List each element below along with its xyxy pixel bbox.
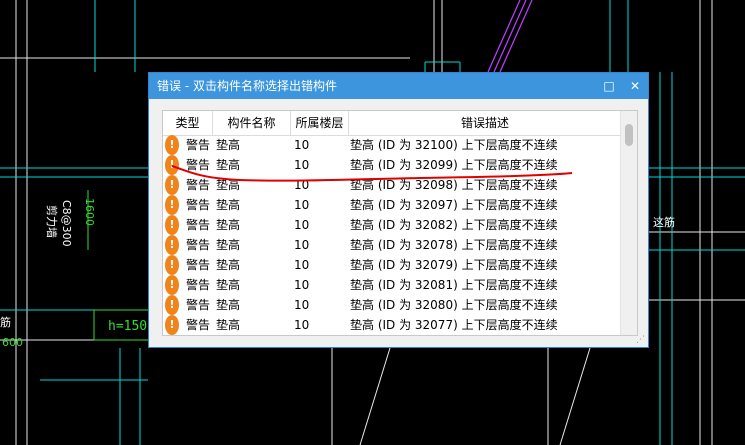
warning-icon: ! <box>165 295 179 315</box>
cell-floor: 10 <box>294 318 310 332</box>
vertical-scrollbar[interactable] <box>620 111 637 335</box>
cell-floor: 10 <box>294 198 310 212</box>
cell-type: 警告 <box>186 178 211 192</box>
cad-label-rebar: C8@300 <box>60 200 73 247</box>
resize-grip-icon[interactable]: ⋰ <box>636 335 646 345</box>
cell-desc: 垫高 (ID 为 32080) 上下层高度不连续 <box>350 298 558 312</box>
cell-floor: 10 <box>294 138 310 152</box>
warning-icon: ! <box>165 315 179 335</box>
warning-icon: ! <box>165 275 179 295</box>
cell-floor: 10 <box>294 158 310 172</box>
column-header-type[interactable]: 类型 <box>163 111 213 135</box>
table-row[interactable]: ! 警告 垫高 10 垫高 (ID 为 32099) 上下层高度不连续 <box>163 155 621 175</box>
cad-label-right: 这筋 <box>653 215 675 229</box>
cell-type: 警告 <box>186 198 211 212</box>
table-row[interactable]: ! 警告 垫高 10 垫高 (ID 为 32078) 上下层高度不连续 <box>163 235 621 255</box>
warning-icon: ! <box>165 235 179 255</box>
cell-floor: 10 <box>294 178 310 192</box>
cad-height-label: h=150 <box>108 319 147 334</box>
cell-desc: 垫高 (ID 为 32097) 上下层高度不连续 <box>350 198 558 212</box>
table-row[interactable]: ! 警告 垫高 10 垫高 (ID 为 32081) 上下层高度不连续 <box>163 275 621 295</box>
table-row[interactable]: ! 警告 垫高 10 垫高 (ID 为 32098) 上下层高度不连续 <box>163 175 621 195</box>
cell-type: 警告 <box>186 278 211 292</box>
cell-name: 垫高 <box>216 198 241 212</box>
table-row[interactable]: ! 警告 垫高 10 垫高 (ID 为 32079) 上下层高度不连续 <box>163 255 621 275</box>
error-list[interactable]: 类型 构件名称 所属楼层 错误描述 ! 警告 垫高 10 垫高 (ID 为 32100)… <box>162 110 638 336</box>
error-dialog: 错误 - 双击构件名称选择出错构件 □ ✕ 类型 构件名称 所属楼层 错误描述 … <box>148 72 649 348</box>
warning-icon: ! <box>165 255 179 275</box>
cell-type: 警告 <box>186 258 211 272</box>
cell-desc: 垫高 (ID 为 32077) 上下层高度不连续 <box>350 318 558 332</box>
cell-type: 警告 <box>186 218 211 232</box>
cell-name: 垫高 <box>216 158 241 172</box>
cell-type: 警告 <box>186 138 211 152</box>
table-row[interactable]: ! 警告 垫高 10 垫高 (ID 为 32097) 上下层高度不连续 <box>163 195 621 215</box>
cell-desc: 垫高 (ID 为 32082) 上下层高度不连续 <box>350 218 558 232</box>
close-button[interactable]: ✕ <box>622 73 648 99</box>
column-header-floor[interactable]: 所属楼层 <box>291 111 349 135</box>
cad-label-partial: 筋 <box>0 315 11 329</box>
warning-icon: ! <box>165 215 179 235</box>
cell-name: 垫高 <box>216 218 241 232</box>
cell-name: 垫高 <box>216 238 241 252</box>
column-header-name[interactable]: 构件名称 <box>213 111 291 135</box>
warning-icon: ! <box>165 195 179 215</box>
cad-label-1600: 1600 <box>83 198 96 226</box>
cell-floor: 10 <box>294 238 310 252</box>
cell-desc: 垫高 (ID 为 32099) 上下层高度不连续 <box>350 158 558 172</box>
column-header-desc[interactable]: 错误描述 <box>349 111 621 135</box>
cell-type: 警告 <box>186 318 211 332</box>
cell-floor: 10 <box>294 298 310 312</box>
cad-label-600: 600 <box>2 336 23 349</box>
dialog-title: 错误 - 双击构件名称选择出错构件 <box>157 79 337 93</box>
dialog-titlebar[interactable]: 错误 - 双击构件名称选择出错构件 □ ✕ <box>149 73 648 99</box>
cell-desc: 垫高 (ID 为 32098) 上下层高度不连续 <box>350 178 558 192</box>
cell-name: 垫高 <box>216 258 241 272</box>
cell-name: 垫高 <box>216 298 241 312</box>
cell-type: 警告 <box>186 158 211 172</box>
cell-name: 垫高 <box>216 138 241 152</box>
list-rows: ! 警告 垫高 10 垫高 (ID 为 32100) 上下层高度不连续! 警告 垫高 10 垫高… <box>163 135 621 335</box>
cell-desc: 垫高 (ID 为 32081) 上下层高度不连续 <box>350 278 558 292</box>
cell-type: 警告 <box>186 298 211 312</box>
scrollbar-thumb[interactable] <box>625 124 633 146</box>
list-header: 类型 构件名称 所属楼层 错误描述 <box>163 111 621 136</box>
table-row[interactable]: ! 警告 垫高 10 垫高 (ID 为 32082) 上下层高度不连续 <box>163 215 621 235</box>
cell-type: 警告 <box>186 238 211 252</box>
cell-desc: 垫高 (ID 为 32078) 上下层高度不连续 <box>350 238 558 252</box>
table-row[interactable]: ! 警告 垫高 10 垫高 (ID 为 32077) 上下层高度不连续 <box>163 315 621 335</box>
restore-button[interactable]: □ <box>596 73 622 99</box>
table-row[interactable]: ! 警告 垫高 10 垫高 (ID 为 32100) 上下层高度不连续 <box>163 135 621 155</box>
warning-icon: ! <box>165 135 179 155</box>
table-row[interactable]: ! 警告 垫高 10 垫高 (ID 为 32080) 上下层高度不连续 <box>163 295 621 315</box>
warning-icon: ! <box>165 155 179 175</box>
cell-floor: 10 <box>294 258 310 272</box>
cell-floor: 10 <box>294 278 310 292</box>
cell-name: 垫高 <box>216 318 241 332</box>
cell-desc: 垫高 (ID 为 32100) 上下层高度不连续 <box>350 138 558 152</box>
cell-floor: 10 <box>294 218 310 232</box>
warning-icon: ! <box>165 175 179 195</box>
cell-desc: 垫高 (ID 为 32079) 上下层高度不连续 <box>350 258 558 272</box>
cad-label-wall: 剪力墙 <box>45 205 59 238</box>
cell-name: 垫高 <box>216 278 241 292</box>
cell-name: 垫高 <box>216 178 241 192</box>
